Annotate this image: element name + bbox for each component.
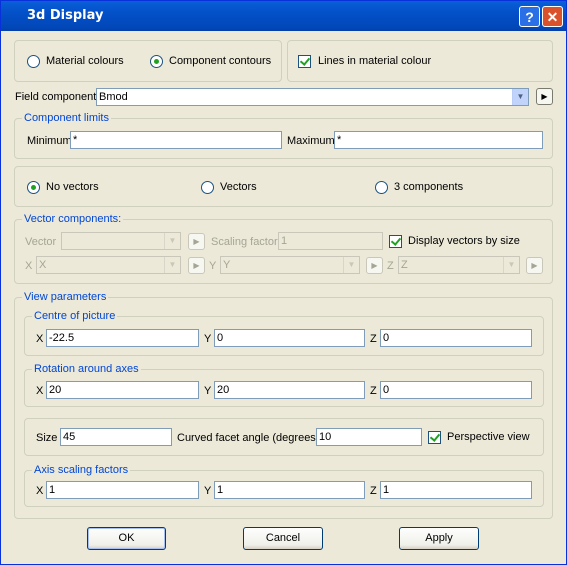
title-bar[interactable]: 3d Display ? ✕ <box>1 1 566 31</box>
material-colours-label[interactable]: Material colours <box>46 55 124 67</box>
rotation-x-label: X <box>36 385 44 397</box>
vector-x-value: X <box>39 259 47 271</box>
dialog-window: 3d Display ? ✕ Material colours Componen… <box>0 0 567 565</box>
component-limits-group: Component limits Minimum * Maximum * <box>14 112 553 159</box>
no-vectors-radio[interactable] <box>27 181 40 194</box>
view-parameters-group: View parameters Centre of picture X -22.… <box>14 291 553 519</box>
vector-z-arrow-button[interactable]: ▶ <box>526 257 543 274</box>
display-vectors-by-size-checkbox[interactable] <box>389 235 402 248</box>
lines-panel: Lines in material colour <box>287 40 553 82</box>
rotation-z-label: Z <box>370 385 377 397</box>
field-component-select[interactable]: Bmod ▼ <box>96 88 529 106</box>
vector-y-label: Y <box>209 260 217 272</box>
centre-x-input[interactable]: -22.5 <box>46 329 199 347</box>
vector-select[interactable]: ▼ <box>61 232 181 250</box>
perspective-view-label[interactable]: Perspective view <box>447 431 530 443</box>
vector-y-arrow-button[interactable]: ▶ <box>366 257 383 274</box>
chevron-down-icon: ▼ <box>164 257 180 273</box>
three-components-label[interactable]: 3 components <box>394 181 463 193</box>
maximum-input[interactable]: * <box>334 131 543 149</box>
centre-z-input[interactable]: 0 <box>380 329 532 347</box>
lines-in-material-colour-label[interactable]: Lines in material colour <box>318 55 431 67</box>
no-vectors-label[interactable]: No vectors <box>46 181 99 193</box>
ok-button[interactable]: OK <box>87 527 166 550</box>
scale-x-input[interactable]: 1 <box>46 481 199 499</box>
help-button[interactable]: ? <box>519 6 540 27</box>
field-component-label: Field component <box>15 91 97 103</box>
rotation-y-label: Y <box>204 385 212 397</box>
vector-label: Vector <box>25 236 57 248</box>
component-limits-legend: Component limits <box>22 112 111 124</box>
field-component-arrow-button[interactable]: ▶ <box>536 88 553 105</box>
scaling-factor-label: Scaling factor <box>211 236 278 248</box>
vector-components-legend: Vector components: <box>22 213 124 225</box>
material-colours-radio[interactable] <box>27 55 40 68</box>
display-vectors-by-size-label[interactable]: Display vectors by size <box>408 235 520 247</box>
lines-in-material-colour-checkbox[interactable] <box>298 55 311 68</box>
cancel-button[interactable]: Cancel <box>243 527 323 550</box>
vector-y-value: Y <box>223 259 231 271</box>
rotation-x-input[interactable]: 20 <box>46 381 199 399</box>
centre-z-label: Z <box>370 333 377 345</box>
vector-x-label: X <box>25 260 33 272</box>
rotation-around-axes-legend: Rotation around axes <box>32 363 141 375</box>
scaling-factor-input[interactable]: 1 <box>278 232 383 250</box>
centre-of-picture-group: Centre of picture X -22.5 Y 0 Z 0 <box>24 310 544 356</box>
component-contours-label[interactable]: Component contours <box>169 55 271 67</box>
field-component-value: Bmod <box>99 91 128 103</box>
scale-z-label: Z <box>370 485 377 497</box>
vector-z-select[interactable]: Z ▼ <box>398 256 520 274</box>
chevron-down-icon: ▼ <box>164 233 180 249</box>
axis-scaling-factors-legend: Axis scaling factors <box>32 464 131 476</box>
minimum-input[interactable]: * <box>70 131 282 149</box>
chevron-down-icon: ▼ <box>512 89 528 105</box>
vector-x-arrow-button[interactable]: ▶ <box>188 257 205 274</box>
vector-components-group: Vector components: Vector ▼ ▶ Scaling fa… <box>14 213 553 284</box>
vector-z-label: Z <box>387 260 394 272</box>
minimum-label: Minimum <box>27 135 72 147</box>
vector-y-select[interactable]: Y ▼ <box>220 256 360 274</box>
chevron-down-icon: ▼ <box>503 257 519 273</box>
vector-x-select[interactable]: X ▼ <box>36 256 181 274</box>
display-mode-panel: Material colours Component contours <box>14 40 282 82</box>
perspective-view-checkbox[interactable] <box>428 431 441 444</box>
rotation-y-input[interactable]: 20 <box>214 381 365 399</box>
centre-y-label: Y <box>204 333 212 345</box>
scale-z-input[interactable]: 1 <box>380 481 532 499</box>
size-input[interactable]: 45 <box>60 428 172 446</box>
apply-button[interactable]: Apply <box>399 527 479 550</box>
view-parameters-legend: View parameters <box>22 291 109 303</box>
rotation-z-input[interactable]: 0 <box>380 381 532 399</box>
centre-of-picture-legend: Centre of picture <box>32 310 118 322</box>
size-label: Size <box>36 432 58 444</box>
rotation-around-axes-group: Rotation around axes X 20 Y 20 Z 0 <box>24 363 544 407</box>
scale-y-input[interactable]: 1 <box>214 481 365 499</box>
axis-scaling-factors-group: Axis scaling factors X 1 Y 1 Z 1 <box>24 464 544 507</box>
chevron-down-icon: ▼ <box>343 257 359 273</box>
vector-arrow-button[interactable]: ▶ <box>188 233 205 250</box>
centre-x-label: X <box>36 333 44 345</box>
curved-facet-angle-input[interactable]: 10 <box>316 428 422 446</box>
close-button[interactable]: ✕ <box>542 6 563 27</box>
vectors-radio[interactable] <box>201 181 214 194</box>
vector-z-value: Z <box>401 259 408 271</box>
three-components-radio[interactable] <box>375 181 388 194</box>
window-title: 3d Display <box>27 8 104 23</box>
vectors-mode-panel: No vectors Vectors 3 components <box>14 166 553 207</box>
scale-y-label: Y <box>204 485 212 497</box>
vectors-label[interactable]: Vectors <box>220 181 257 193</box>
centre-y-input[interactable]: 0 <box>214 329 365 347</box>
size-panel: Size 45 Curved facet angle (degrees) 10 … <box>24 418 544 456</box>
curved-facet-angle-label: Curved facet angle (degrees) <box>177 432 320 444</box>
maximum-label: Maximum <box>287 135 335 147</box>
scale-x-label: X <box>36 485 44 497</box>
component-contours-radio[interactable] <box>150 55 163 68</box>
